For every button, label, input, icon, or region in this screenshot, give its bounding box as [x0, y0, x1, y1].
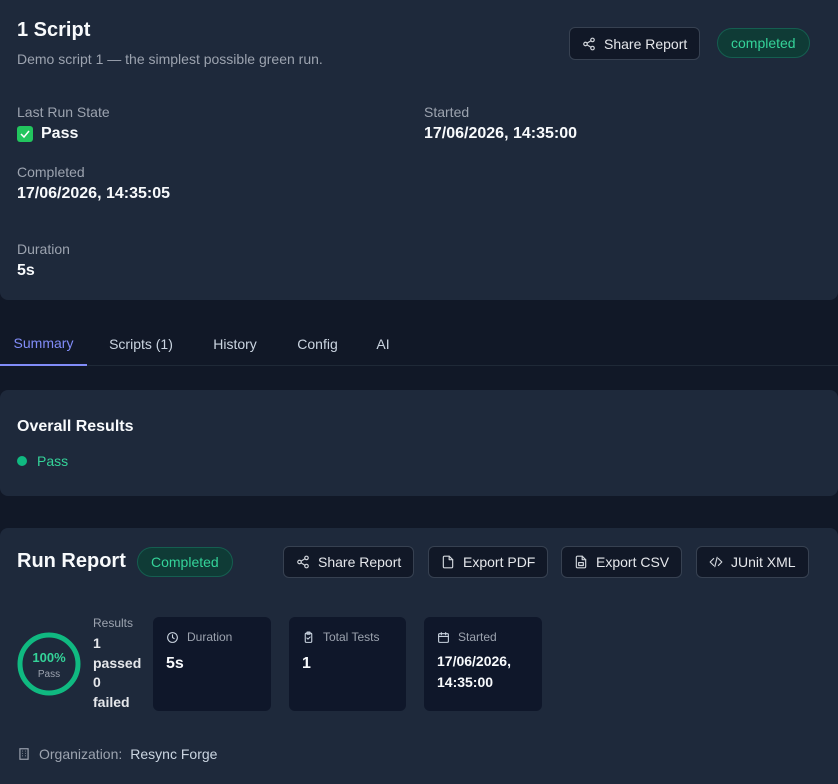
check-icon — [17, 126, 33, 142]
export-pdf-button[interactable]: Export PDF — [428, 546, 549, 578]
last-run-state-value: Pass — [17, 125, 78, 143]
tab-history[interactable]: History — [203, 322, 267, 366]
overall-status-text: Pass — [37, 453, 69, 469]
started-stat-time: 14:35:00 — [437, 674, 494, 690]
share-report-button[interactable]: Share Report — [569, 27, 701, 60]
duration-stat-card: Duration 5s — [153, 617, 271, 711]
page-title: 1 Script — [17, 19, 91, 41]
passed-count: 1 — [93, 635, 101, 651]
page-subtitle: Demo script 1 — the simplest possible gr… — [17, 51, 323, 67]
total-tests-stat-value: 1 — [302, 655, 311, 672]
export-pdf-label: Export PDF — [463, 554, 536, 570]
duration-stat-value: 5s — [166, 655, 184, 672]
clipboard-icon — [304, 631, 313, 643]
tab-scripts[interactable]: Scripts (1) — [99, 322, 183, 366]
tab-bar: Summary Scripts (1) History Config AI — [0, 322, 838, 366]
total-tests-stat-card: Total Tests 1 — [289, 617, 406, 711]
building-icon — [19, 748, 29, 760]
run-report-title: Run Report — [17, 550, 126, 572]
results-summary: 1 passed 0 failed — [93, 634, 153, 712]
started-stat-label-text: Started — [458, 630, 497, 644]
failed-count: 0 — [93, 674, 101, 690]
report-share-button[interactable]: Share Report — [283, 546, 415, 578]
overall-status: Pass — [17, 453, 68, 469]
started-stat-card: Started 17/06/2026, 14:35:00 — [424, 617, 542, 711]
last-run-state-text: Pass — [41, 125, 79, 142]
share-icon — [297, 555, 309, 569]
completed-label: Completed — [17, 164, 85, 180]
total-tests-stat-label: Total Tests — [302, 630, 379, 644]
share-icon — [583, 37, 595, 50]
share-report-label: Share Report — [604, 35, 688, 52]
spreadsheet-file-icon — [575, 555, 587, 569]
duration-stat-label-text: Duration — [187, 630, 233, 644]
export-csv-button[interactable]: Export CSV — [561, 546, 683, 578]
code-icon — [709, 556, 723, 568]
tab-ai[interactable]: AI — [368, 322, 398, 366]
tab-summary[interactable]: Summary — [0, 322, 87, 366]
failed-word: failed — [93, 693, 130, 710]
run-header-card: 1 Script Demo script 1 — the simplest po… — [0, 0, 838, 300]
started-value: 17/06/2026, 14:35:00 — [424, 125, 578, 142]
total-tests-stat-label-text: Total Tests — [323, 630, 380, 644]
organization-row: Organization: Resync Forge — [17, 746, 217, 762]
started-stat-value: 17/06/2026, 14:35:00 — [437, 651, 511, 693]
started-stat-label: Started — [437, 630, 497, 644]
started-label: Started — [424, 104, 470, 120]
calendar-icon — [438, 631, 449, 643]
report-share-label: Share Report — [318, 554, 402, 570]
clock-icon — [167, 631, 178, 643]
report-status-badge: Completed — [137, 547, 233, 577]
last-run-state-label: Last Run State — [17, 104, 110, 120]
file-icon — [442, 555, 454, 569]
export-csv-label: Export CSV — [596, 554, 670, 570]
pass-rate-percent: 100% — [32, 650, 66, 665]
started-stat-date: 17/06/2026, — [437, 653, 511, 669]
passed-word: passed — [93, 654, 142, 671]
duration-stat-label: Duration — [166, 630, 232, 644]
status-dot-icon — [17, 456, 27, 466]
status-badge: completed — [717, 28, 810, 58]
duration-value: 5s — [17, 262, 35, 279]
tab-config[interactable]: Config — [287, 322, 348, 366]
junit-xml-button[interactable]: JUnit XML — [696, 546, 809, 578]
pass-rate-label: Pass — [37, 669, 61, 680]
organization-label: Organization: — [39, 746, 123, 762]
organization-value: Resync Forge — [130, 746, 218, 762]
results-label: Results — [93, 616, 134, 630]
junit-xml-label: JUnit XML — [731, 554, 796, 570]
overall-results-title: Overall Results — [17, 418, 134, 435]
overall-results-card: Overall Results Pass — [0, 390, 838, 496]
completed-value: 17/06/2026, 14:35:05 — [17, 185, 171, 202]
duration-label: Duration — [17, 241, 70, 257]
